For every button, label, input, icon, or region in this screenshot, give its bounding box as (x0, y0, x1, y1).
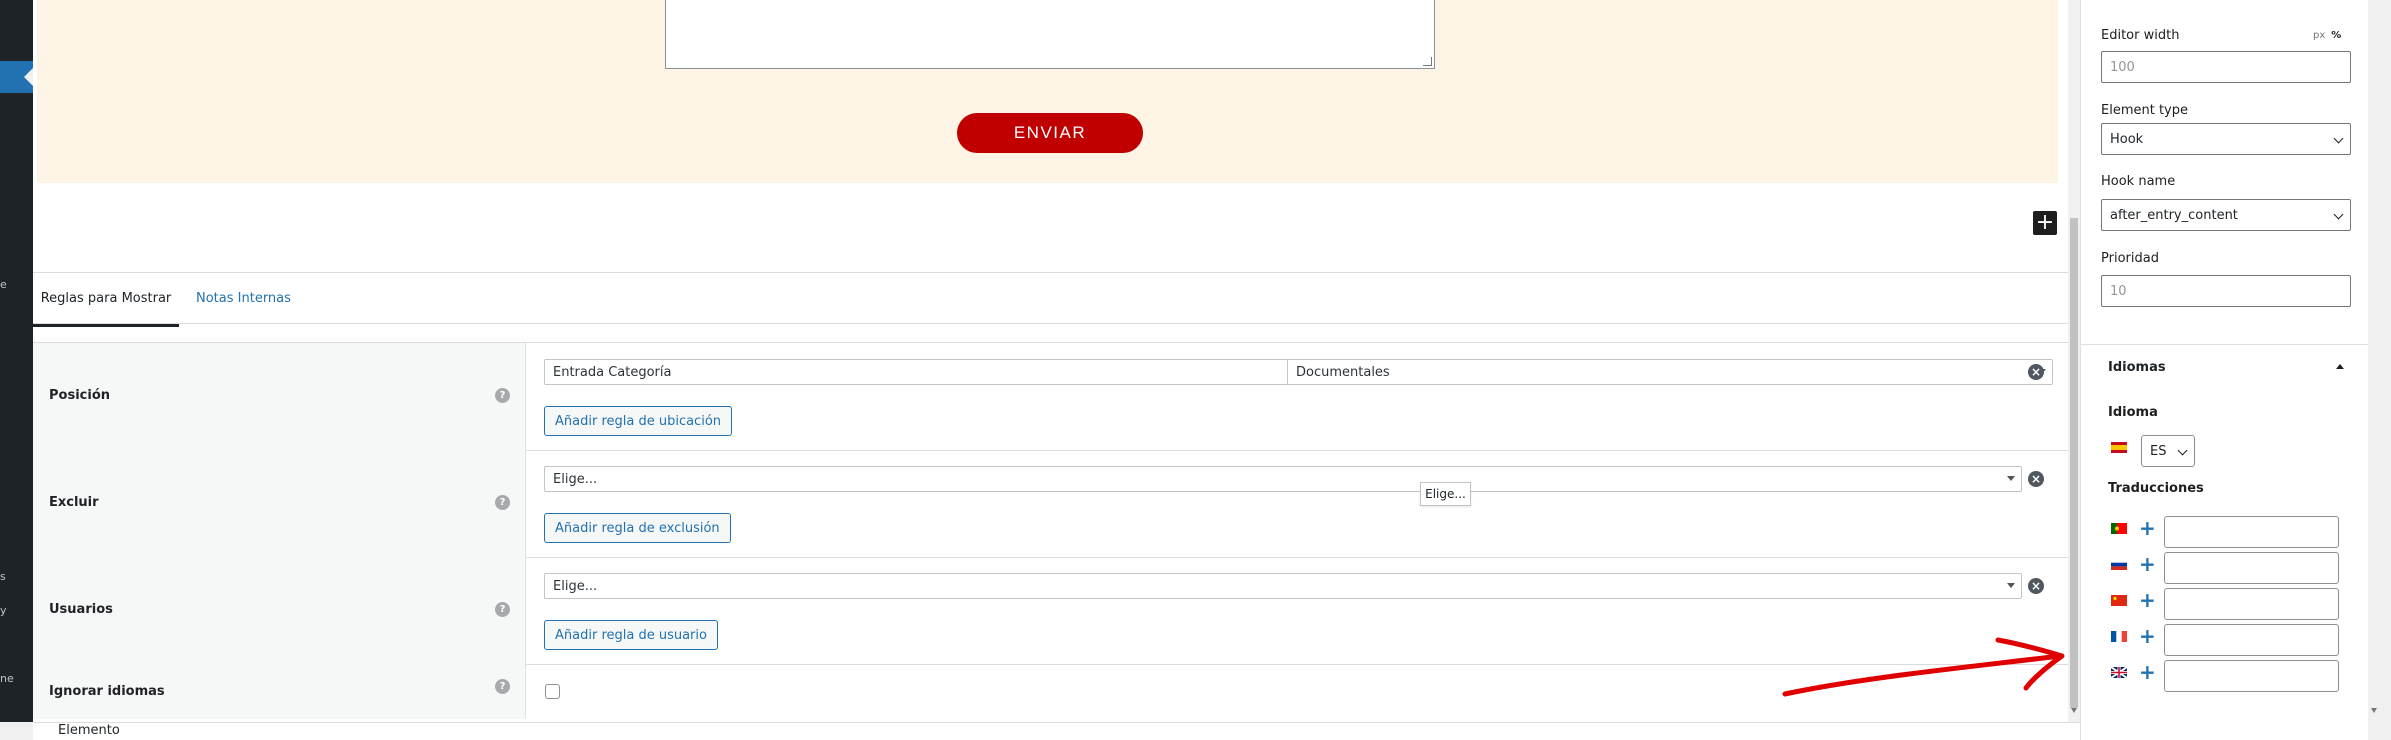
rule-label-cell: Usuarios ? (33, 557, 526, 664)
admin-menu-fragment[interactable]: ne (0, 672, 14, 685)
caret-down-icon (2007, 476, 2015, 481)
location-select-value: Entrada Categoría (553, 364, 672, 380)
russia-flag-icon (2111, 559, 2127, 570)
languages-panel: Idiomas Idioma ES Traducciones + + + + + (2081, 345, 2369, 720)
editor-scrollbar[interactable] (2068, 0, 2080, 722)
translation-input-en[interactable] (2164, 660, 2339, 692)
collapse-icon[interactable] (2336, 364, 2344, 369)
resize-handle[interactable] (1423, 57, 1432, 66)
language-label: Idioma (2108, 405, 2158, 420)
hook-name-label: Hook name (2101, 174, 2176, 189)
hook-name-value: after_entry_content (2110, 207, 2238, 223)
france-flag-icon (2111, 631, 2127, 642)
scroll-down-icon[interactable] (2371, 708, 2377, 713)
active-item-notch (24, 68, 33, 86)
tab-internal-notes[interactable]: Notas Internas (196, 273, 291, 324)
rule-row-position: Posición ? Entrada Categoría Documentale… (33, 343, 2068, 451)
element-type-label: Element type (2101, 103, 2188, 118)
rule-label: Usuarios (49, 602, 113, 617)
add-translation-icon[interactable]: + (2139, 662, 2156, 682)
rule-label-cell: Posición ? (33, 343, 526, 450)
send-button[interactable]: ENVIAR (957, 113, 1143, 153)
translation-input-zh[interactable] (2164, 588, 2339, 620)
admin-menu-fragment[interactable]: s (0, 570, 6, 583)
add-translation-icon[interactable]: + (2139, 554, 2156, 574)
add-translation-icon[interactable]: + (2139, 518, 2156, 538)
translation-input-pt[interactable] (2164, 516, 2339, 548)
rule-row-exclude: Excluir ? Elige... × Añadir regla de exc… (33, 450, 2068, 558)
add-translation-icon[interactable]: + (2139, 590, 2156, 610)
editor-width-placeholder: 100 (2110, 59, 2135, 75)
help-icon[interactable]: ? (495, 495, 510, 510)
rule-label: Excluir (49, 495, 99, 510)
chevron-down-icon (2177, 445, 2188, 456)
chevron-down-icon (2333, 133, 2344, 144)
priority-label: Prioridad (2101, 251, 2159, 266)
element-type-select[interactable]: Hook (2101, 123, 2351, 155)
help-icon[interactable]: ? (495, 602, 510, 617)
editor-width-input[interactable]: 100 (2101, 51, 2351, 83)
tab-display-rules[interactable]: Reglas para Mostrar (33, 273, 179, 327)
message-textarea[interactable] (665, 0, 1435, 69)
select-tooltip: Elige... (1420, 482, 1471, 506)
location-value-select-value: Documentales (1296, 364, 1390, 380)
help-icon[interactable]: ? (495, 679, 510, 694)
language-select-value: ES (2150, 443, 2167, 459)
metabox-tabs: Reglas para Mostrar Notas Internas (33, 272, 2068, 327)
rule-row-users: Usuarios ? Elige... × Añadir regla de us… (33, 557, 2068, 665)
remove-rule-icon[interactable]: × (2028, 364, 2044, 380)
unit-px[interactable]: px (2313, 30, 2325, 41)
exclude-select[interactable]: Elige... (544, 466, 2022, 492)
china-flag-icon (2111, 595, 2127, 606)
translations-label: Traducciones (2108, 481, 2204, 496)
location-value-select[interactable]: Documentales (1287, 359, 2053, 385)
editor-width-label: Editor width (2101, 28, 2180, 43)
settings-sidebar: Editor width px% 100 Element type Hook H… (2080, 0, 2369, 740)
admin-sidebar: e s y ne (0, 0, 33, 722)
location-select[interactable]: Entrada Categoría (544, 359, 1309, 385)
scroll-down-icon[interactable] (2071, 708, 2077, 713)
add-block-button[interactable]: + (2033, 211, 2057, 235)
priority-placeholder: 10 (2110, 283, 2127, 299)
add-exclude-rule-button[interactable]: Añadir regla de exclusión (544, 513, 731, 543)
rule-label-cell: Excluir ? (33, 450, 526, 557)
spain-flag-icon (2111, 442, 2127, 453)
ignore-languages-checkbox[interactable] (545, 684, 560, 699)
breadcrumb[interactable]: Elemento (58, 723, 120, 738)
portugal-flag-icon (2111, 523, 2127, 534)
admin-menu-fragment[interactable]: y (0, 604, 7, 617)
admin-menu-fragment[interactable]: e (0, 278, 7, 291)
display-rules-table: Posición ? Entrada Categoría Documentale… (33, 342, 2068, 719)
rule-label: Posición (49, 388, 111, 403)
help-icon[interactable]: ? (495, 388, 510, 403)
remove-rule-icon[interactable]: × (2028, 578, 2044, 594)
priority-input[interactable]: 10 (2101, 275, 2351, 307)
scrollbar-thumb[interactable] (2070, 218, 2078, 708)
annotation-arrow-icon (1782, 637, 2065, 697)
rule-label-cell: Ignorar idiomas ? (33, 664, 526, 719)
uk-flag-icon (2111, 667, 2127, 678)
translation-input-ru[interactable] (2164, 552, 2339, 584)
chevron-down-icon (2333, 209, 2344, 220)
caret-down-icon (2007, 583, 2015, 588)
user-select[interactable]: Elige... (544, 573, 2022, 599)
unit-toggle[interactable]: px% (2313, 30, 2341, 41)
rule-row-ignore-languages: Ignorar idiomas ? (33, 664, 2068, 719)
add-location-rule-button[interactable]: Añadir regla de ubicación (544, 406, 733, 436)
language-select[interactable]: ES (2141, 435, 2195, 467)
translation-input-fr[interactable] (2164, 624, 2339, 656)
editor-footer: Elemento (33, 722, 2080, 740)
unit-percent[interactable]: % (2331, 30, 2341, 41)
rule-label: Ignorar idiomas (49, 684, 165, 699)
add-user-rule-button[interactable]: Añadir regla de usuario (544, 620, 718, 650)
sidebar-scrollbar[interactable] (2368, 0, 2380, 722)
hook-name-select[interactable]: after_entry_content (2101, 199, 2351, 231)
languages-panel-title[interactable]: Idiomas (2108, 360, 2166, 375)
user-select-value: Elige... (553, 578, 598, 594)
exclude-select-value: Elige... (553, 471, 598, 487)
remove-rule-icon[interactable]: × (2028, 471, 2044, 487)
element-type-value: Hook (2110, 131, 2144, 147)
add-translation-icon[interactable]: + (2139, 626, 2156, 646)
